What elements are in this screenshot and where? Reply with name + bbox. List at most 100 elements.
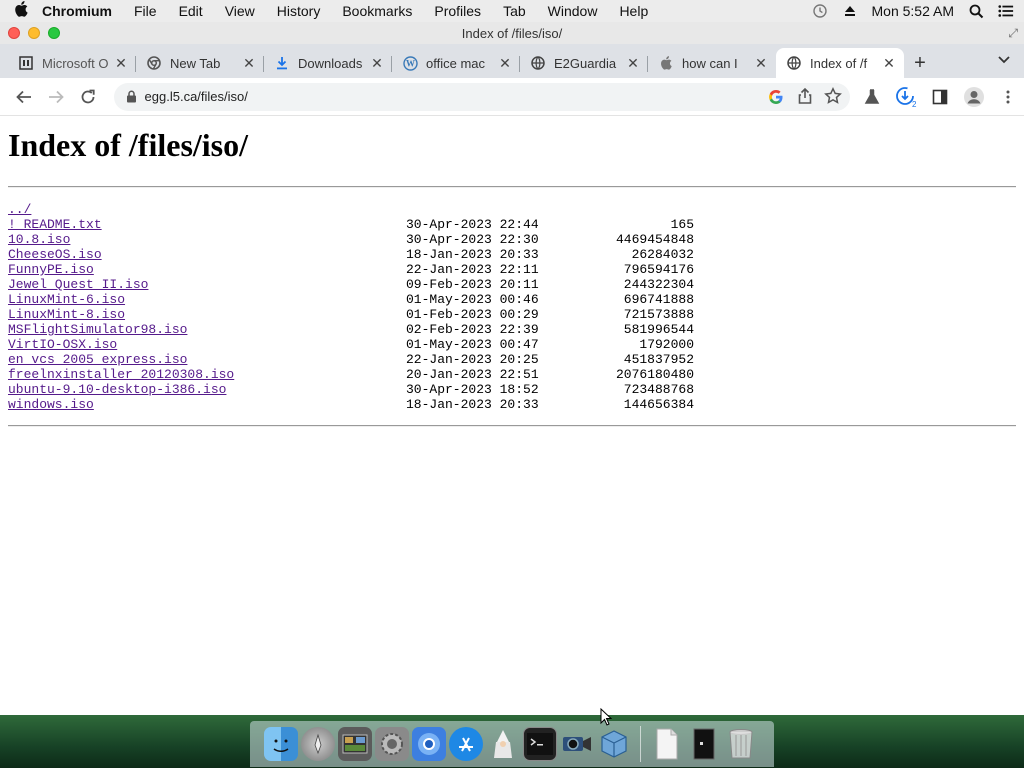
dock	[250, 721, 774, 767]
file-date: 01-May-2023 00:46	[406, 292, 539, 307]
file-link[interactable]: CheeseOS.iso	[8, 247, 406, 262]
wizard-icon[interactable]	[486, 727, 520, 761]
share-icon[interactable]	[796, 87, 814, 110]
minimize-window-button[interactable]	[28, 27, 40, 39]
close-tab-icon[interactable]: ✕	[626, 55, 640, 72]
file-link[interactable]: Jewel Quest II.iso	[8, 277, 406, 292]
spotlight-search-icon[interactable]	[968, 3, 984, 19]
file-size: 581996544	[623, 322, 694, 337]
file-link[interactable]: en_vcs_2005_express.iso	[8, 352, 406, 367]
tab-search-chevron-icon[interactable]	[998, 53, 1010, 67]
file-link[interactable]: 10.8.iso	[8, 232, 406, 247]
close-window-button[interactable]	[8, 27, 20, 39]
svg-text:W: W	[406, 58, 415, 68]
file-link[interactable]: VirtIO-OSX.iso	[8, 337, 406, 352]
profile-avatar-icon[interactable]	[958, 83, 990, 111]
list-item: ! README.txt 30-Apr-2023 22:44 165	[8, 217, 1016, 232]
parent-directory-link[interactable]: ../	[8, 202, 406, 217]
terminal-icon[interactable]	[523, 727, 557, 761]
close-tab-icon[interactable]: ✕	[754, 55, 768, 72]
forward-button[interactable]	[40, 83, 72, 111]
file-link[interactable]: ! README.txt	[8, 217, 406, 232]
time-machine-icon[interactable]	[812, 3, 828, 19]
file-listing: ../ ! README.txt 30-Apr-2023 22:44 165 1…	[8, 202, 1016, 412]
document-icon[interactable]	[650, 727, 684, 761]
menu-bar-clock[interactable]: Mon 5:52 AM	[872, 3, 955, 19]
kebab-menu-icon[interactable]	[992, 83, 1024, 111]
tab-downloads[interactable]: Downloads ✕	[264, 48, 392, 78]
photo-browser-icon[interactable]	[338, 727, 372, 761]
close-tab-icon[interactable]: ✕	[882, 55, 896, 72]
menu-window[interactable]: Window	[537, 3, 609, 19]
browser-window: Index of /files/iso/ ⤢ Microsoft O ✕ New…	[0, 22, 1024, 715]
apple-menu-icon[interactable]	[0, 1, 42, 21]
tab-index-of-files-iso[interactable]: Index of /f ✕	[776, 48, 904, 78]
window-titlebar[interactable]: Index of /files/iso/ ⤢	[0, 22, 1024, 44]
bookmark-star-icon[interactable]	[824, 86, 842, 110]
file-size: 144656384	[623, 397, 694, 412]
close-tab-icon[interactable]: ✕	[242, 55, 256, 72]
zoom-window-button[interactable]	[48, 27, 60, 39]
notification-center-icon[interactable]	[998, 3, 1014, 19]
url-text[interactable]: egg.l5.ca/files/iso/	[145, 89, 248, 104]
file-link[interactable]: ubuntu-9.10-desktop-i386.iso	[8, 382, 406, 397]
chromium-icon[interactable]	[412, 727, 446, 761]
back-button[interactable]	[8, 83, 40, 111]
list-item: LinuxMint-6.iso 01-May-2023 00:46 696741…	[8, 292, 1016, 307]
list-item: 10.8.iso 30-Apr-2023 22:30 4469454848	[8, 232, 1016, 247]
side-panel-icon[interactable]	[924, 83, 956, 111]
menu-history[interactable]: History	[266, 3, 332, 19]
tab-office-mac[interactable]: W office mac ✕	[392, 48, 520, 78]
menu-edit[interactable]: Edit	[168, 3, 214, 19]
menu-bookmarks[interactable]: Bookmarks	[331, 3, 423, 19]
tab-title: E2Guardia	[554, 55, 617, 71]
tab-new-tab[interactable]: New Tab ✕	[136, 48, 264, 78]
file-link[interactable]: FunnyPE.iso	[8, 262, 406, 277]
file-link[interactable]: freelnxinstaller_20120308.iso	[8, 367, 406, 382]
terminal-window-icon[interactable]	[687, 727, 721, 761]
lab-flask-icon[interactable]	[856, 83, 888, 111]
reload-button[interactable]	[72, 83, 104, 111]
finder-icon[interactable]	[264, 727, 298, 761]
menu-file[interactable]: File	[123, 3, 168, 19]
menu-app-name[interactable]: Chromium	[42, 3, 123, 19]
trash-icon[interactable]	[724, 727, 758, 761]
menu-tab[interactable]: Tab	[492, 3, 537, 19]
menu-view[interactable]: View	[214, 3, 266, 19]
tab-how-can-i[interactable]: how can I ✕	[648, 48, 776, 78]
menu-help[interactable]: Help	[608, 3, 659, 19]
file-link[interactable]: windows.iso	[8, 397, 406, 412]
download-icon	[274, 55, 290, 71]
virtualbox-icon[interactable]	[597, 727, 631, 761]
file-link[interactable]: LinuxMint-6.iso	[8, 292, 406, 307]
new-tab-button[interactable]: +	[904, 48, 936, 78]
downloads-icon[interactable]: 2	[890, 83, 922, 111]
google-lens-icon[interactable]	[766, 87, 786, 110]
menu-profiles[interactable]: Profiles	[423, 3, 492, 19]
address-bar[interactable]: egg.l5.ca/files/iso/	[113, 82, 850, 111]
app-store-icon[interactable]	[449, 727, 483, 761]
close-tab-icon[interactable]: ✕	[498, 55, 512, 72]
eject-icon[interactable]	[842, 3, 858, 19]
tab-e2guardian[interactable]: E2Guardia ✕	[520, 48, 648, 78]
lock-icon[interactable]	[126, 90, 137, 103]
tab-title: Microsoft O	[42, 55, 109, 71]
file-date: 20-Jan-2023 22:51	[406, 367, 539, 382]
file-link[interactable]: MSFlightSimulator98.iso	[8, 322, 406, 337]
close-tab-icon[interactable]: ✕	[114, 55, 128, 72]
file-link[interactable]: LinuxMint-8.iso	[8, 307, 406, 322]
close-tab-icon[interactable]: ✕	[370, 55, 384, 72]
file-size: 1792000	[639, 337, 694, 352]
file-date: 22-Jan-2023 20:25	[406, 352, 539, 367]
file-size: 723488768	[623, 382, 694, 397]
fullscreen-icon[interactable]: ⤢	[1008, 26, 1018, 41]
tab-microsoft[interactable]: Microsoft O ✕	[8, 48, 136, 78]
macos-menu-bar: Chromium File Edit View History Bookmark…	[0, 0, 1024, 22]
list-item: ../	[8, 202, 1016, 217]
system-preferences-icon[interactable]	[375, 727, 409, 761]
camera-icon[interactable]	[560, 727, 594, 761]
globe-icon	[786, 55, 802, 71]
list-item: FunnyPE.iso 22-Jan-2023 22:11 796594176	[8, 262, 1016, 277]
launchpad-icon[interactable]	[301, 727, 335, 761]
list-item: CheeseOS.iso 18-Jan-2023 20:33 26284032	[8, 247, 1016, 262]
